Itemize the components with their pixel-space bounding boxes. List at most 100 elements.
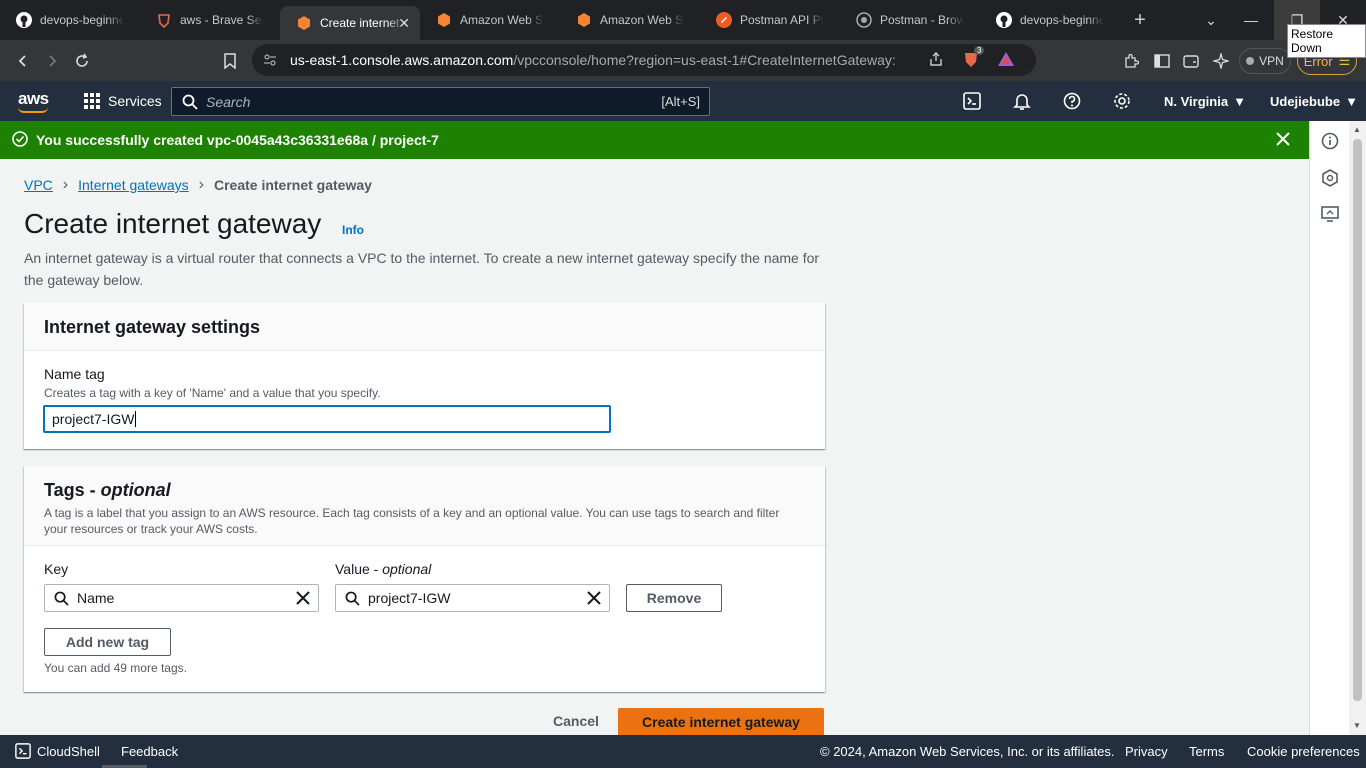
- wallet-icon[interactable]: [1176, 46, 1206, 76]
- browser-tab[interactable]: Postman - Browser: [840, 0, 980, 40]
- leo-ai-icon[interactable]: [1206, 46, 1236, 76]
- remove-tag-button[interactable]: Remove: [626, 584, 722, 612]
- cloudshell-button[interactable]: CloudShell: [15, 743, 100, 759]
- tab-label: Postman - Browser: [880, 13, 964, 27]
- tab-label: devops-beginner: [40, 13, 124, 27]
- breadcrumb-vpc-link[interactable]: VPC: [24, 177, 53, 193]
- search-icon: [182, 94, 198, 113]
- search-shortcut: [Alt+S]: [661, 94, 700, 109]
- info-link[interactable]: Info: [342, 223, 364, 237]
- success-flashbar: You successfully created vpc-0045a43c363…: [0, 121, 1309, 159]
- page-scrollbar[interactable]: ▲ ▼: [1349, 121, 1366, 735]
- tag-limit-note: You can add 49 more tags.: [44, 661, 187, 675]
- search-input[interactable]: Search [Alt+S]: [171, 87, 710, 116]
- tutorial-panel-icon[interactable]: [1320, 204, 1340, 224]
- panel-heading: Internet gateway settings: [44, 317, 261, 337]
- tab-label: Amazon Web Services: [460, 13, 544, 27]
- copyright-text: © 2024, Amazon Web Services, Inc. or its…: [820, 744, 1115, 759]
- value-column-label: Value - optional: [335, 561, 431, 577]
- scroll-up-icon[interactable]: ▲: [1353, 125, 1361, 134]
- search-icon: [54, 591, 69, 609]
- extensions-icon[interactable]: [1116, 46, 1146, 76]
- clear-close-icon[interactable]: [586, 590, 602, 609]
- cloudshell-icon: [15, 743, 31, 759]
- new-tab-icon[interactable]: +: [1128, 9, 1152, 32]
- page-description: An internet gateway is a virtual router …: [24, 250, 820, 288]
- share-icon[interactable]: [928, 51, 944, 70]
- gateway-settings-panel: Internet gateway settings Name tag Creat…: [24, 303, 825, 449]
- scrollbar-thumb[interactable]: [1353, 139, 1362, 701]
- vpn-label: VPN: [1259, 54, 1284, 68]
- name-tag-input[interactable]: project7-IGW: [43, 405, 611, 433]
- brave-rewards-icon[interactable]: [997, 51, 1015, 70]
- privacy-link[interactable]: Privacy: [1125, 744, 1168, 759]
- brave-icon: [156, 12, 172, 28]
- tag-value-value: project7-IGW: [368, 590, 451, 606]
- tab-close-icon[interactable]: ✕: [398, 15, 410, 32]
- aws-logo[interactable]: aws: [18, 89, 49, 113]
- tooltip: Restore Down: [1287, 24, 1366, 58]
- brave-shields-icon[interactable]: 3: [962, 46, 985, 71]
- terms-link[interactable]: Terms: [1189, 744, 1224, 759]
- breadcrumb-igw-link[interactable]: Internet gateways: [78, 177, 189, 193]
- vpn-button[interactable]: VPN: [1239, 48, 1291, 74]
- browser-tab[interactable]: Amazon Web Services: [560, 0, 700, 40]
- cancel-button[interactable]: Cancel: [553, 713, 599, 729]
- browser-tab[interactable]: Amazon Web Services: [420, 0, 560, 40]
- tags-heading-main: Tags -: [44, 480, 101, 500]
- tab-label: devops-beginner: [1020, 13, 1104, 27]
- tab-label: Amazon Web Services: [600, 13, 684, 27]
- shields-badge: 3: [974, 46, 985, 55]
- browser-tab-active[interactable]: Create internet gateway ✕: [280, 6, 420, 40]
- create-internet-gateway-button[interactable]: Create internet gateway: [618, 708, 824, 736]
- resources-hexagon-icon[interactable]: [1320, 168, 1340, 188]
- postman-icon: [856, 12, 872, 28]
- name-tag-value: project7-IGW: [52, 411, 135, 427]
- tags-heading: Tags - optional: [44, 480, 805, 501]
- feedback-link[interactable]: Feedback: [121, 744, 178, 759]
- back-icon[interactable]: [8, 46, 38, 76]
- name-tag-label: Name tag: [44, 366, 105, 382]
- aws-cube-icon: [296, 15, 312, 31]
- account-menu[interactable]: Udejiebube ▼: [1270, 81, 1358, 121]
- reload-icon[interactable]: [67, 46, 97, 76]
- dismiss-close-icon[interactable]: [1273, 129, 1293, 152]
- browser-tab[interactable]: aws - Brave Search: [140, 0, 280, 40]
- tag-key-input[interactable]: Name: [44, 584, 319, 612]
- address-bar[interactable]: us-east-1.console.aws.amazon.com/vpccons…: [252, 44, 1036, 76]
- browser-toolbar: us-east-1.console.aws.amazon.com/vpccons…: [0, 40, 1366, 81]
- notifications-bell-icon[interactable]: [1007, 81, 1037, 121]
- scroll-down-icon[interactable]: ▼: [1353, 721, 1361, 730]
- sidebar-icon[interactable]: [1147, 46, 1177, 76]
- browser-tab[interactable]: devops-beginner: [0, 0, 140, 40]
- breadcrumb-current: Create internet gateway: [213, 177, 372, 193]
- forward-icon[interactable]: [37, 46, 67, 76]
- cookie-preferences-link[interactable]: Cookie preferences: [1247, 744, 1360, 759]
- region-selector[interactable]: N. Virginia ▼: [1164, 81, 1246, 121]
- bookmark-icon[interactable]: [215, 46, 245, 76]
- services-button[interactable]: Services: [84, 81, 162, 121]
- minimize-icon[interactable]: —: [1228, 0, 1274, 40]
- account-label: Udejiebube: [1270, 93, 1341, 109]
- text-caret: [135, 411, 137, 427]
- aws-cube-icon: [436, 12, 452, 28]
- success-check-icon: [12, 130, 28, 150]
- add-new-tag-button[interactable]: Add new tag: [44, 628, 171, 656]
- tag-value-input[interactable]: project7-IGW: [335, 584, 610, 612]
- settings-gear-icon[interactable]: [1107, 81, 1137, 121]
- console-footer: CloudShell Feedback © 2024, Amazon Web S…: [0, 735, 1366, 768]
- cloudshell-icon[interactable]: [957, 81, 987, 121]
- site-settings-icon[interactable]: [262, 52, 278, 71]
- panel-header: Tags - optional A tag is a label that yo…: [24, 466, 825, 546]
- cloudshell-label: CloudShell: [37, 743, 100, 759]
- tags-heading-optional: optional: [100, 480, 171, 500]
- info-panel-icon[interactable]: [1320, 131, 1340, 151]
- search-icon: [345, 591, 360, 609]
- browser-tab-strip: devops-beginner aws - Brave Search Creat…: [0, 0, 1366, 40]
- browser-tab[interactable]: Postman API Platform: [700, 0, 840, 40]
- browser-tab[interactable]: devops-beginner: [980, 0, 1120, 40]
- breadcrumb: VPC › Internet gateways › Create interne…: [24, 176, 372, 194]
- clear-close-icon[interactable]: [295, 590, 311, 609]
- help-icon[interactable]: [1057, 81, 1087, 121]
- search-placeholder: Search: [206, 93, 251, 110]
